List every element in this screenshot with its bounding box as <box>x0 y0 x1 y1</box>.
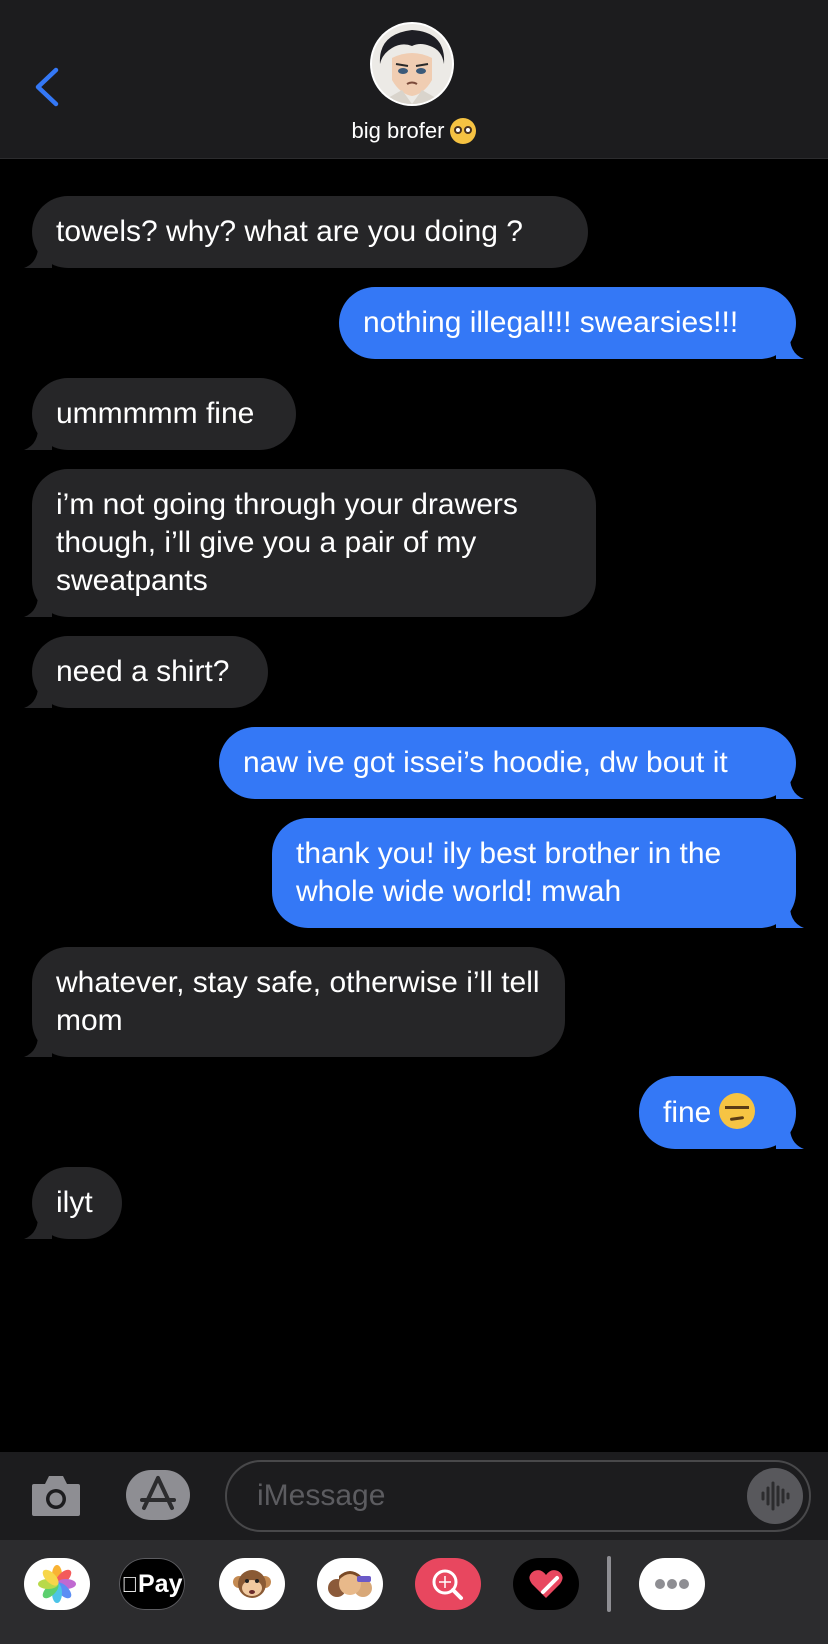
message-text: ummmmm fine <box>56 397 255 430</box>
conversation-header: big brofer <box>0 0 828 159</box>
message-input[interactable]: iMessage <box>225 1460 811 1532</box>
contact-name-text: big brofer <box>351 118 445 143</box>
bubble-tail <box>24 422 52 450</box>
message-bubble-incoming[interactable]: i’m not going through your drawers thoug… <box>24 469 596 617</box>
back-button[interactable] <box>30 62 70 112</box>
message-text: need a shirt? <box>56 655 230 688</box>
chevron-left-icon <box>35 67 59 107</box>
message-text: whatever, stay safe, otherwise i’ll tell… <box>56 966 540 1037</box>
audio-message-button[interactable] <box>747 1468 803 1524</box>
message-bubble-incoming[interactable]: ummmmm fine <box>24 378 296 450</box>
contact-name[interactable]: big brofer <box>0 118 828 144</box>
message-input-placeholder: iMessage <box>257 1479 386 1512</box>
bubble-tail <box>24 680 52 708</box>
drawer-divider <box>607 1556 611 1612</box>
message-bubble-outgoing[interactable]: thank you! ily best brother in the whole… <box>272 818 804 928</box>
more-apps-button[interactable] <box>639 1558 705 1610</box>
bubble-tail <box>24 1211 52 1239</box>
message-bubble-incoming[interactable]: need a shirt? <box>24 636 268 708</box>
app-drawer: Pay <box>0 1540 828 1644</box>
memoji-app-button[interactable] <box>317 1558 383 1610</box>
app-store-icon <box>140 1476 176 1510</box>
message-bubble-incoming[interactable]: ilyt <box>24 1167 122 1239</box>
bubble-tail <box>776 331 804 359</box>
digital-touch-icon <box>529 1570 563 1598</box>
message-bubble-incoming[interactable]: whatever, stay safe, otherwise i’ll tell… <box>24 947 565 1057</box>
image-search-icon <box>432 1569 463 1600</box>
digital-touch-app-button[interactable] <box>513 1558 579 1610</box>
photos-app-button[interactable] <box>24 1558 90 1610</box>
message-text: naw ive got issei’s hoodie, dw bout it <box>243 746 728 779</box>
compose-bar: iMessage <box>0 1452 828 1540</box>
memoji-icon <box>328 1571 372 1597</box>
message-text: fine <box>663 1096 712 1129</box>
photos-icon <box>38 1565 76 1603</box>
bubble-tail <box>776 771 804 799</box>
message-text: ilyt <box>56 1186 93 1219</box>
message-text: nothing illegal!!! swearsies!!! <box>363 306 739 339</box>
message-bubble-incoming[interactable]: towels? why? what are you doing ? <box>24 196 588 268</box>
camera-button[interactable] <box>30 1472 82 1518</box>
more-icon <box>655 1579 689 1589</box>
animoji-app-button[interactable] <box>219 1558 285 1610</box>
contact-avatar[interactable] <box>372 24 452 104</box>
message-bubble-outgoing[interactable]: naw ive got issei’s hoodie, dw bout it <box>219 727 804 799</box>
apple-pay-icon: Pay <box>119 1558 185 1610</box>
message-bubble-outgoing[interactable]: nothing illegal!!! swearsies!!! <box>339 287 804 359</box>
apple-pay-label: Pay <box>129 1570 182 1598</box>
camera-icon <box>32 1476 80 1516</box>
app-store-button[interactable] <box>126 1470 190 1520</box>
bubble-tail <box>24 589 52 617</box>
message-text: i’m not going through your drawers thoug… <box>56 488 518 597</box>
message-text: thank you! ily best brother in the whole… <box>296 837 722 908</box>
apple-pay-button[interactable]: Pay <box>119 1558 185 1610</box>
message-text: towels? why? what are you doing ? <box>56 215 523 248</box>
pleading-face-emoji <box>450 118 477 144</box>
unamused-face-emoji <box>719 1093 756 1129</box>
bubble-tail <box>776 900 804 928</box>
animoji-icon <box>233 1570 271 1598</box>
audio-waveform-icon <box>761 1481 790 1511</box>
avatar-image <box>372 24 452 104</box>
bubble-tail <box>24 1029 52 1057</box>
bubble-tail <box>776 1121 804 1149</box>
image-search-app-button[interactable] <box>415 1558 481 1610</box>
bubble-tail <box>24 240 52 268</box>
message-bubble-outgoing[interactable]: fine <box>639 1076 804 1149</box>
